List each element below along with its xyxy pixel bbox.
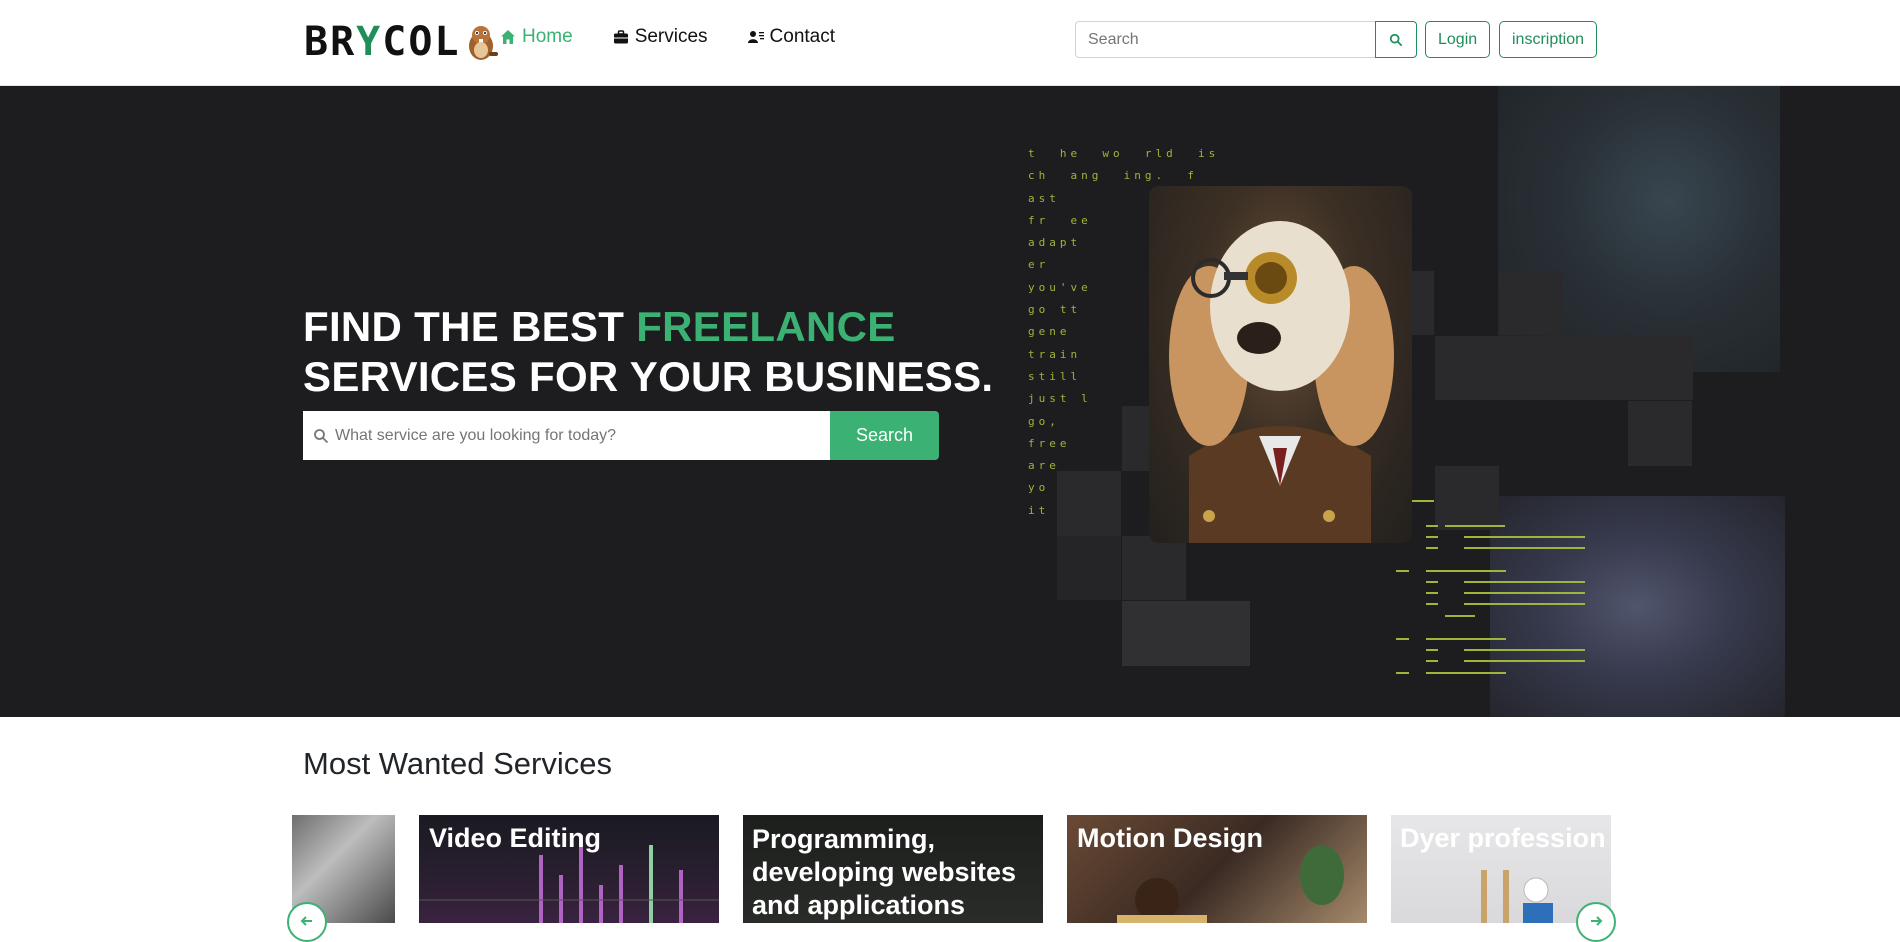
main-nav: Home Services Contact — [500, 26, 835, 48]
steampunk-dog-illustration — [1169, 221, 1394, 543]
hero-search-button[interactable]: Search — [830, 411, 939, 460]
navbar-search-input[interactable] — [1075, 21, 1375, 58]
contact-card-icon — [747, 31, 764, 43]
service-card-title: Programming, developing websites and app… — [752, 824, 1017, 920]
hero-title-line2: SERVICES FOR YOUR BUSINESS. — [303, 353, 994, 400]
hero-search-input[interactable] — [335, 426, 815, 445]
hero-title: FIND THE BEST FREELANCE SERVICES FOR YOU… — [303, 302, 993, 402]
service-card-title: Motion Design — [1077, 823, 1263, 853]
brand-logo[interactable]: BRYCOL — [304, 18, 499, 66]
hero-search-field — [303, 411, 830, 460]
navbar-search-button[interactable] — [1375, 21, 1417, 58]
nav-home-label: Home — [522, 26, 573, 47]
search-icon — [314, 428, 329, 443]
hero-dog-image — [1149, 186, 1412, 543]
service-card-title: Dyer profession — [1400, 823, 1606, 853]
top-navbar: BRYCOL Home Services Contact Lo — [0, 0, 1900, 86]
navbar-search — [1075, 21, 1417, 58]
arrow-right-icon — [1591, 916, 1603, 926]
arrow-left-icon — [300, 916, 312, 926]
carousel-next-button[interactable] — [1576, 902, 1616, 942]
service-card-dyer[interactable]: Dyer profession — [1391, 815, 1611, 923]
beaver-icon — [468, 26, 498, 60]
hero-title-accent: FREELANCE — [636, 303, 896, 350]
nav-home[interactable]: Home — [500, 26, 573, 48]
briefcase-icon — [613, 30, 628, 44]
logo-text: BRYCOL — [304, 19, 461, 65]
nav-services[interactable]: Services — [613, 26, 708, 48]
hero-title-part1: FIND THE BEST — [303, 303, 637, 350]
section-title: Most Wanted Services — [303, 746, 612, 781]
search-icon — [1389, 33, 1403, 46]
register-button[interactable]: inscription — [1499, 21, 1598, 58]
login-button[interactable]: Login — [1425, 21, 1491, 58]
services-carousel: Video Editing Programming, developing we… — [0, 815, 1900, 942]
home-icon — [501, 30, 515, 44]
hero-search-bar: Search — [303, 411, 939, 460]
nav-contact-label: Contact — [769, 26, 836, 47]
service-card-programming[interactable]: Programming, developing websites and app… — [743, 815, 1043, 923]
nav-contact[interactable]: Contact — [747, 26, 836, 48]
hero-bg-cloud-image — [1490, 496, 1785, 717]
hero-section: t he wo rld is ch ang ing. f ast fr ee a… — [0, 86, 1900, 717]
nav-services-label: Services — [634, 26, 708, 47]
carousel-prev-button[interactable] — [287, 902, 327, 942]
service-card-motion-design[interactable]: Motion Design — [1067, 815, 1367, 923]
service-card-title: Video Editing — [429, 823, 602, 853]
service-card-video-editing[interactable]: Video Editing — [419, 815, 719, 923]
